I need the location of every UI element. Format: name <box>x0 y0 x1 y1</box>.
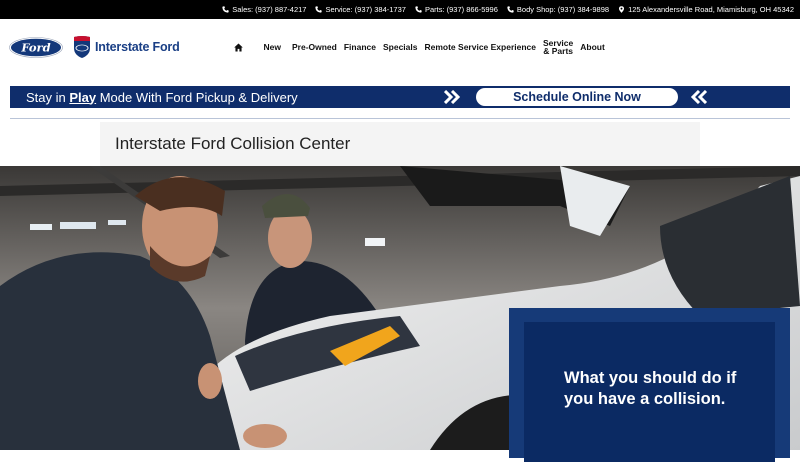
body-shop-phone-link[interactable]: Body Shop: (937) 384-9898 <box>507 5 609 14</box>
chevron-left-icon <box>686 89 708 105</box>
promo-text-prefix: Stay in <box>26 89 70 105</box>
sales-phone-link[interactable]: Sales: (937) 887-4217 <box>222 5 306 14</box>
collision-callout-line1: What you should do if <box>564 369 737 387</box>
nav-service-parts[interactable]: Service & Parts <box>540 38 577 56</box>
promo-text-suffix: Mode With Ford Pickup & Delivery <box>96 89 298 105</box>
map-pin-icon <box>619 6 625 13</box>
page-title: Interstate Ford Collision Center <box>115 134 351 153</box>
phone-icon <box>415 6 422 13</box>
nav-remote-service[interactable]: Remote Service Experience <box>421 43 540 52</box>
nav-home[interactable] <box>228 42 248 52</box>
promo-text-bold: Play <box>69 89 97 105</box>
nav-new[interactable]: New <box>260 43 284 52</box>
ford-logo[interactable]: Ford <box>9 37 63 58</box>
parts-phone-text: Parts: (937) 866-5996 <box>424 5 498 14</box>
service-phone-text: Service: (937) 384-1737 <box>325 5 406 14</box>
address-text: 125 Alexandersville Road, Miamisburg, OH… <box>628 5 794 14</box>
chevron-right-icon <box>444 89 466 105</box>
dealer-logo[interactable]: Interstate Ford <box>72 35 180 59</box>
collision-callout-text: What you should do if you have a collisi… <box>564 368 764 410</box>
nav-service-parts-line2: & Parts <box>543 46 573 56</box>
header-divider <box>10 118 790 119</box>
ford-logo-text: Ford <box>20 41 50 55</box>
phone-icon <box>222 6 229 13</box>
parts-phone-link[interactable]: Parts: (937) 866-5996 <box>415 5 498 14</box>
phone-icon <box>507 6 514 13</box>
page-title-box: Interstate Ford Collision Center <box>100 122 700 166</box>
interstate-shield-icon <box>74 36 90 58</box>
nav-about[interactable]: About <box>577 43 609 52</box>
phone-icon <box>315 6 323 13</box>
nav-finance[interactable]: Finance <box>340 43 379 52</box>
nav-specials[interactable]: Specials <box>379 43 421 52</box>
collision-callout-line2: you have a collision. <box>564 390 726 408</box>
schedule-online-button[interactable]: Schedule Online Now <box>476 88 678 106</box>
nav-pre-owned[interactable]: Pre-Owned <box>288 43 340 52</box>
service-phone-link[interactable]: Service: (937) 384-1737 <box>315 5 406 14</box>
site-header: Ford Interstate Ford New Pre-Owned Finan… <box>0 19 800 75</box>
sales-phone-text: Sales: (937) 887-4217 <box>232 5 307 14</box>
contact-bar: Sales: (937) 887-4217 Service: (937) 384… <box>0 0 800 19</box>
home-icon <box>233 42 243 52</box>
dealer-name: Interstate Ford <box>95 40 180 54</box>
main-nav: New Pre-Owned Finance Specials Remote Se… <box>228 19 608 75</box>
promo-text: Stay in Play Mode With Ford Pickup & Del… <box>10 90 298 105</box>
address-link[interactable]: 125 Alexandersville Road, Miamisburg, OH… <box>618 5 794 14</box>
body-shop-phone-text: Body Shop: (937) 384-9898 <box>516 5 610 14</box>
pickup-delivery-banner[interactable]: Stay in Play Mode With Ford Pickup & Del… <box>10 86 790 108</box>
